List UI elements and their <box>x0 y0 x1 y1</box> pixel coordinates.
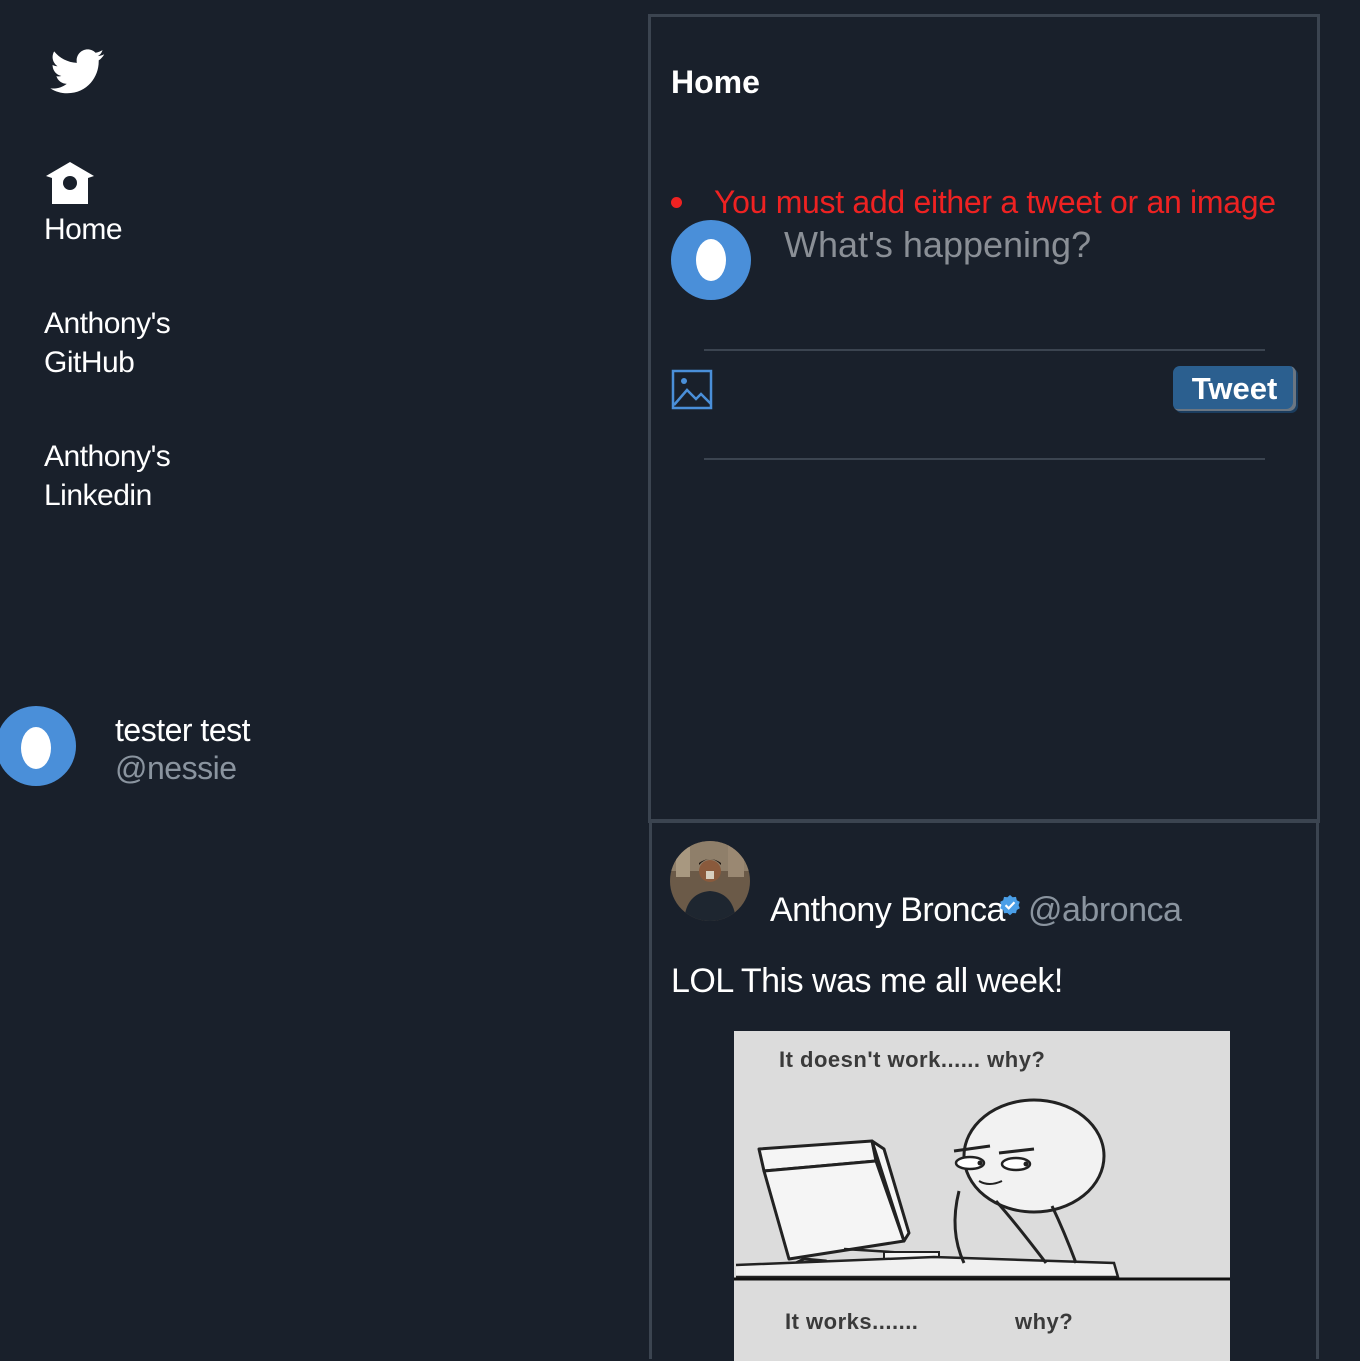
image-caption-top: It doesn't work...... why? <box>779 1047 1046 1072</box>
image-caption-bottom-right: why? <box>1015 1309 1074 1334</box>
profile-handle: @nessie <box>115 750 237 786</box>
profile-card[interactable]: tester test @nessie <box>0 706 300 788</box>
nav-item-linkedin[interactable]: Anthony's Linkedin <box>44 437 244 515</box>
nav-home-label: Home <box>44 213 123 246</box>
author-handle: @abronca <box>1028 891 1182 929</box>
author-avatar[interactable] <box>670 841 750 921</box>
tweet-input[interactable] <box>784 220 1304 270</box>
nav-github-label: Anthony's GitHub <box>44 307 171 379</box>
author-name[interactable]: Anthony Bronca <box>770 890 1005 930</box>
nav-linkedin-label: Anthony's Linkedin <box>44 440 171 512</box>
verified-badge-icon <box>998 894 1022 918</box>
composer-avatar-icon <box>671 220 751 300</box>
divider <box>704 349 1265 351</box>
egg-avatar-icon <box>0 706 76 786</box>
profile-name: tester test <box>115 712 251 748</box>
divider <box>704 458 1265 460</box>
nav-item-github[interactable]: Anthony's GitHub <box>44 304 244 382</box>
image-caption-bottom-left: It works....... <box>785 1309 919 1334</box>
nav-item-home[interactable]: Home <box>44 160 123 249</box>
error-bullet <box>671 197 682 208</box>
tweet-image[interactable]: It doesn't work...... why? It works.....… <box>734 1031 1230 1361</box>
error-message: You must add either a tweet or an image <box>714 184 1276 220</box>
twitter-logo-icon[interactable] <box>48 44 108 98</box>
home-panel <box>648 14 1320 823</box>
image-upload-icon[interactable] <box>671 369 715 411</box>
tweet-text: LOL This was me all week! <box>671 962 1063 1000</box>
tweet-button[interactable]: Tweet <box>1173 366 1296 411</box>
home-icon <box>45 160 99 208</box>
page-title: Home <box>671 64 760 100</box>
